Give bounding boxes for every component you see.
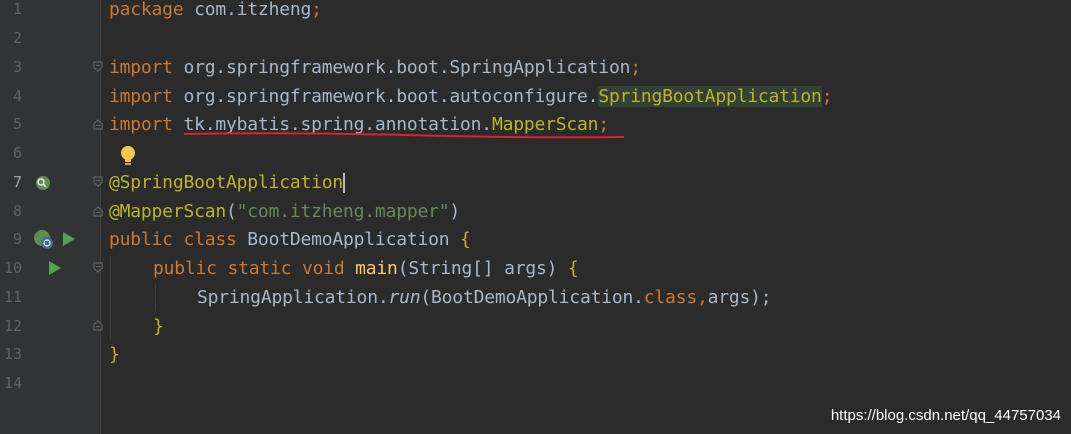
keyword: import — [109, 114, 173, 135]
line-number: 11 — [3, 288, 22, 306]
line-number: 5 — [12, 115, 22, 133]
keyword: import — [109, 86, 173, 107]
code-editor[interactable]: 1 2 3 4 5 6 7 8 9 10 11 12 13 14 package… — [0, 0, 1071, 434]
class-ref: SpringApplication. — [197, 287, 389, 308]
semicolon: ; — [821, 86, 833, 107]
call-args: (BootDemoApplication. — [420, 287, 644, 308]
fold-end-icon[interactable] — [93, 205, 103, 217]
method-name: main — [355, 258, 398, 279]
code-line-8[interactable]: @MapperScan("com.itzheng.mapper") — [109, 197, 460, 226]
brace: } — [153, 316, 164, 337]
import-path: org.springframework.boot.autoconfigure. — [172, 86, 599, 107]
code-line-10[interactable]: public static void main(String[] args) { — [153, 254, 579, 283]
brace: } — [109, 344, 120, 365]
line-number: 4 — [12, 87, 22, 105]
editor-gutter: 1 2 3 4 5 6 7 8 9 10 11 12 13 14 — [0, 0, 103, 434]
lightbulb-icon[interactable] — [118, 144, 138, 168]
params: (String[] args) — [397, 258, 568, 279]
code-line-9[interactable]: public class BootDemoApplication { — [109, 225, 471, 254]
line-number: 14 — [3, 374, 22, 392]
spring-bean-icon[interactable] — [33, 173, 53, 193]
code-line-11[interactable]: SpringApplication.run(BootDemoApplicatio… — [197, 283, 772, 312]
line-number: 8 — [12, 202, 22, 220]
keyword: void — [301, 258, 345, 279]
run-icon[interactable] — [48, 260, 62, 276]
error-underline — [184, 132, 625, 139]
keyword: class — [643, 287, 697, 308]
annotation: @MapperScan — [109, 201, 227, 222]
keyword: import — [109, 57, 173, 78]
line-number: 9 — [12, 230, 22, 248]
line-number-active: 7 — [12, 173, 22, 191]
fold-toggle-icon[interactable] — [93, 61, 103, 73]
line-number: 2 — [12, 29, 22, 47]
line-number: 13 — [3, 345, 22, 363]
keyword: static — [227, 258, 292, 279]
static-call: run — [388, 287, 421, 308]
code-line-3[interactable]: import org.springframework.boot.SpringAp… — [109, 53, 641, 82]
code-line-4[interactable]: import org.springframework.boot.autoconf… — [109, 82, 833, 111]
string-literal: "com.itzheng.mapper" — [236, 201, 450, 222]
brace: { — [460, 229, 471, 250]
watermark: https://blog.csdn.net/qq_44757034 — [830, 407, 1061, 424]
call-args: args); — [707, 287, 772, 308]
line-number: 6 — [12, 144, 22, 162]
keyword: public — [153, 258, 217, 279]
paren: ( — [226, 201, 237, 222]
run-icon[interactable] — [62, 231, 76, 247]
package-name: com.itzheng — [183, 0, 312, 20]
fold-toggle-icon[interactable] — [93, 262, 103, 274]
brace: { — [567, 258, 579, 279]
code-line-12[interactable]: } — [153, 312, 164, 341]
text-cursor — [343, 173, 346, 193]
fold-toggle-icon[interactable] — [93, 176, 103, 188]
indent-guide — [110, 254, 111, 340]
highlighted-identifier: SpringBootApplication — [598, 86, 822, 107]
indent-guide — [155, 283, 156, 311]
line-number: 10 — [3, 259, 22, 277]
line-number: 3 — [12, 58, 22, 76]
comma: , — [696, 287, 708, 308]
fold-end-icon[interactable] — [93, 319, 103, 331]
spring-boot-icon[interactable] — [32, 228, 56, 252]
code-line-7[interactable]: @SpringBootApplication — [109, 168, 346, 197]
line-number: 1 — [12, 0, 22, 18]
paren: ) — [449, 201, 461, 222]
keyword: package — [109, 0, 184, 20]
semicolon: ; — [311, 0, 322, 20]
code-line-1[interactable]: package com.itzheng; — [109, 0, 322, 24]
keyword: public — [109, 229, 173, 250]
fold-end-icon[interactable] — [93, 118, 103, 130]
import-path: org.springframework.boot.SpringApplicati… — [172, 57, 631, 78]
class-name: BootDemoApplication — [236, 229, 461, 250]
keyword: class — [183, 229, 237, 250]
semicolon: ; — [630, 57, 641, 78]
code-line-13[interactable]: } — [109, 340, 120, 369]
annotation: @SpringBootApplication — [109, 172, 344, 193]
line-number: 12 — [3, 317, 22, 335]
